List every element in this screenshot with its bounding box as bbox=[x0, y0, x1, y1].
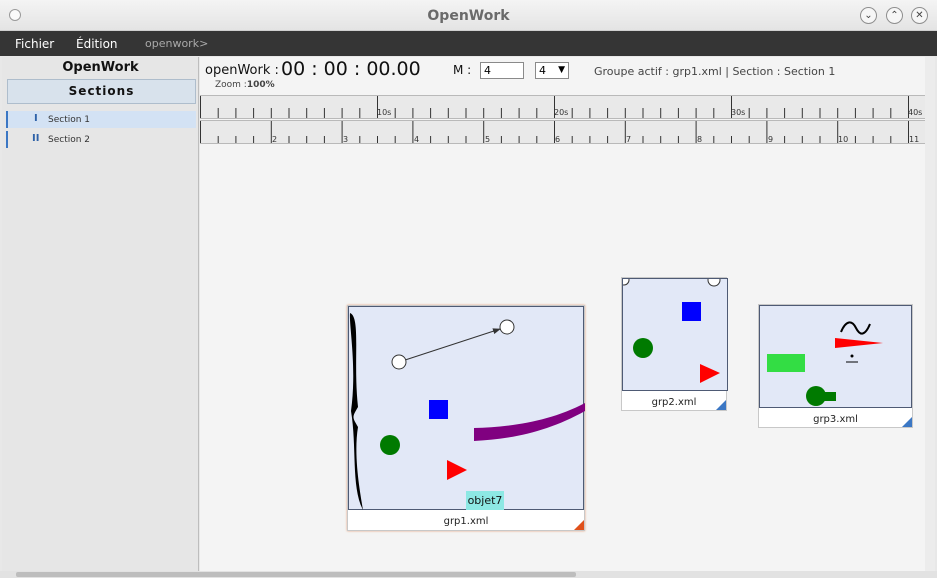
ruler-label: 4 bbox=[414, 135, 419, 144]
sidebar: OpenWork Sections I Section 1 II Section… bbox=[2, 57, 199, 571]
time-ruler-ticks: 10s 20s 30s 40s bbox=[200, 96, 922, 118]
menu-file[interactable]: Fichier bbox=[15, 37, 54, 51]
minimize-icon[interactable]: ⌄ bbox=[860, 7, 877, 24]
vertical-scrollbar[interactable] bbox=[925, 57, 935, 571]
sidebar-item-section-1[interactable]: I Section 1 bbox=[6, 111, 196, 128]
red-wedge-shape[interactable] bbox=[835, 338, 883, 348]
purple-curve-shape[interactable] bbox=[474, 403, 585, 441]
tilde-symbol[interactable] bbox=[840, 321, 871, 335]
arrow-connector[interactable] bbox=[398, 328, 501, 363]
green-circle-shape[interactable] bbox=[380, 435, 400, 455]
red-triangle-shape[interactable] bbox=[700, 364, 720, 383]
ruler-label: 20s bbox=[554, 108, 568, 117]
group-grp3[interactable]: grp3.xml bbox=[758, 304, 913, 428]
group-grp2-drawing bbox=[618, 273, 721, 383]
ruler-label: 3 bbox=[343, 135, 348, 144]
zoom-label: Zoom : bbox=[215, 80, 247, 90]
status-text: Groupe actif : grp1.xml | Section : Sect… bbox=[594, 65, 836, 78]
green-tab-shape[interactable] bbox=[822, 392, 836, 401]
green-circle-shape[interactable] bbox=[633, 338, 653, 358]
main-content: openWork : 00 : 00 : 00.00 M : 4 4 ▼ Gro… bbox=[200, 57, 925, 571]
close-icon[interactable]: ✕ bbox=[911, 7, 928, 24]
ruler-label: 9 bbox=[768, 135, 773, 144]
object-label[interactable]: objet7 bbox=[466, 491, 504, 510]
dot-symbol[interactable] bbox=[850, 354, 854, 358]
time-ruler[interactable]: 10s 20s 30s 40s bbox=[200, 95, 925, 119]
ruler-label: 11 bbox=[909, 135, 919, 144]
resize-handle-icon[interactable] bbox=[574, 520, 584, 530]
title-bar: OpenWork ⌄ ⌃ ✕ bbox=[0, 0, 937, 31]
group-grp3-drawing bbox=[767, 321, 883, 406]
green-rect-shape[interactable] bbox=[767, 354, 805, 372]
scrollbar-thumb[interactable] bbox=[16, 572, 576, 577]
ruler-label: 5 bbox=[485, 135, 490, 144]
node-circle[interactable] bbox=[618, 274, 630, 286]
group-grp1-area[interactable]: objet7 bbox=[348, 306, 585, 510]
start-node-circle[interactable] bbox=[391, 354, 407, 370]
section-marker bbox=[6, 111, 8, 128]
section-marker bbox=[6, 131, 8, 148]
end-node-circle[interactable] bbox=[499, 319, 515, 335]
window-title: OpenWork bbox=[427, 8, 510, 24]
measure-select-value: 4 bbox=[539, 64, 546, 77]
zoom-value: 100% bbox=[246, 80, 275, 90]
maximize-icon[interactable]: ⌃ bbox=[886, 7, 903, 24]
sidebar-item-section-2[interactable]: II Section 2 bbox=[6, 131, 196, 148]
sections-header[interactable]: Sections bbox=[7, 79, 196, 104]
group-name: grp2.xml bbox=[651, 397, 697, 408]
time-display: 00 : 00 : 00.00 bbox=[281, 58, 421, 80]
app-label: openWork : bbox=[205, 63, 279, 78]
ruler-label: 40s bbox=[908, 108, 922, 117]
ruler-label: 2 bbox=[272, 135, 277, 144]
group-grp1[interactable]: objet7 grp1.xml bbox=[347, 305, 585, 531]
section-label: Section 2 bbox=[48, 135, 91, 145]
section-numeral: I bbox=[34, 113, 38, 124]
app-window: OpenWork ⌄ ⌃ ✕ Fichier Édition openwork>… bbox=[0, 0, 937, 578]
ruler-label: 6 bbox=[555, 135, 560, 144]
menu-edit[interactable]: Édition bbox=[76, 37, 118, 51]
section-numeral: II bbox=[32, 133, 40, 144]
zoom-indicator: Zoom :100% bbox=[215, 80, 275, 90]
group-name: grp1.xml bbox=[443, 516, 489, 527]
node-circle[interactable] bbox=[707, 273, 721, 287]
resize-handle-icon[interactable] bbox=[716, 400, 726, 410]
ruler-label: 30s bbox=[731, 108, 745, 117]
resize-handle-icon[interactable] bbox=[902, 417, 912, 427]
group-grp2[interactable]: grp2.xml bbox=[618, 273, 728, 411]
group-name: grp3.xml bbox=[813, 414, 858, 425]
red-triangle-shape[interactable] bbox=[447, 460, 467, 480]
measure-select[interactable]: 4 ▼ bbox=[535, 62, 569, 79]
ruler-label: 7 bbox=[626, 135, 631, 144]
score-canvas[interactable]: objet7 grp1.xml grp2.xml grp3.xml bbox=[200, 146, 925, 571]
measure-ruler-ticks: 2 3 4 5 6 7 8 9 10 11 bbox=[200, 121, 919, 144]
measure-label: M : bbox=[453, 63, 472, 77]
menu-bar: Fichier Édition openwork> bbox=[0, 31, 937, 56]
brace-shape[interactable] bbox=[349, 313, 363, 510]
ruler-label: 10s bbox=[377, 108, 391, 117]
group-grp3-area[interactable] bbox=[759, 305, 912, 408]
measure-ruler[interactable]: 2 3 4 5 6 7 8 9 10 11 bbox=[200, 120, 925, 144]
group-grp2-area[interactable] bbox=[618, 273, 728, 391]
section-label: Section 1 bbox=[48, 115, 91, 125]
group-grp1-drawing bbox=[349, 313, 585, 510]
transport-bar: openWork : 00 : 00 : 00.00 M : 4 4 ▼ Gro… bbox=[200, 57, 925, 95]
chevron-down-icon: ▼ bbox=[558, 65, 565, 75]
blue-square-shape[interactable] bbox=[429, 400, 448, 419]
ruler-label: 10 bbox=[838, 135, 848, 144]
breadcrumb[interactable]: openwork> bbox=[145, 37, 208, 50]
measure-input[interactable]: 4 bbox=[480, 62, 524, 79]
blue-square-shape[interactable] bbox=[682, 302, 701, 321]
horizontal-scrollbar[interactable] bbox=[0, 571, 937, 578]
sidebar-title: OpenWork bbox=[62, 60, 139, 75]
ruler-label: 8 bbox=[697, 135, 702, 144]
